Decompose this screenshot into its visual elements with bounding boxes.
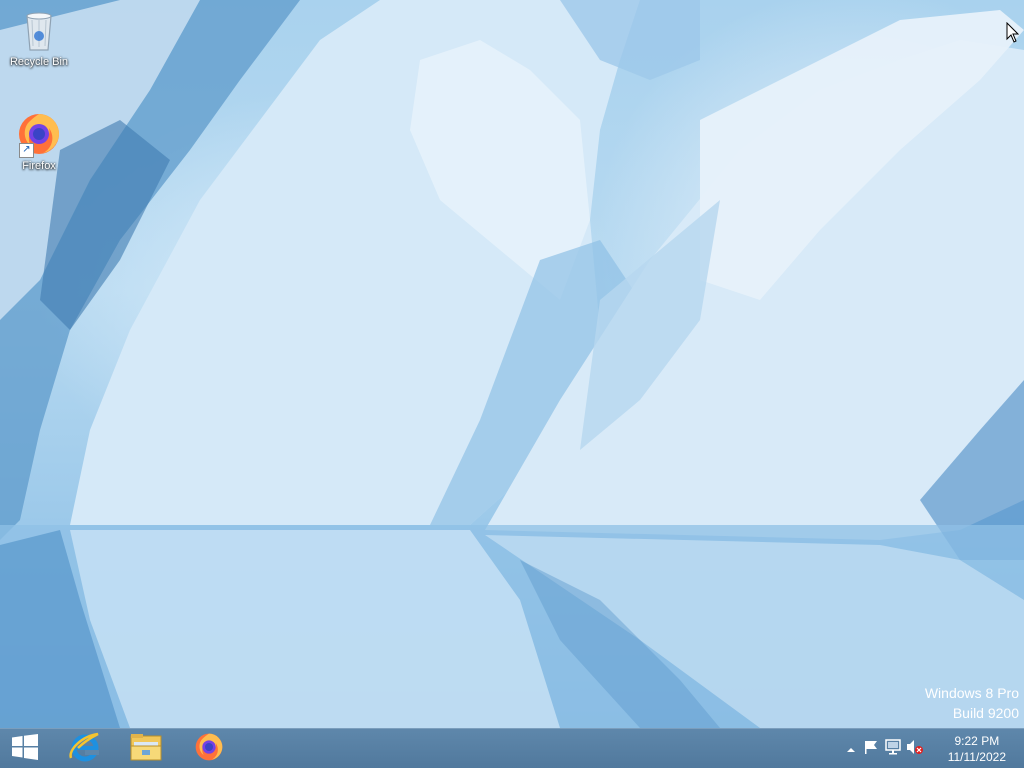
iceberg-wallpaper-art [0,0,1024,728]
desktop-icon-label: Firefox [22,160,56,172]
desktop-icon-recycle-bin[interactable]: Recycle Bin [4,6,74,68]
taskbar-firefox[interactable] [181,729,237,768]
internet-explorer-icon [68,730,102,768]
desktop-icon-label: Recycle Bin [9,56,69,68]
action-center-flag-icon[interactable] [860,739,882,759]
clock-time: 9:22 PM [954,734,1000,748]
windows-watermark: Windows 8 Pro Build 9200 [925,683,1019,723]
taskbar-file-explorer[interactable] [118,729,174,768]
start-button[interactable] [0,729,50,768]
recycle-bin-icon [15,6,63,54]
network-icon[interactable] [882,738,904,759]
build-text: Build 9200 [952,705,1019,721]
desktop-icon-firefox[interactable]: ↗ Firefox [4,110,74,172]
firefox-icon: ↗ [15,110,63,158]
file-explorer-icon [129,732,163,766]
mouse-cursor-icon [1006,21,1020,48]
desktop-wallpaper[interactable]: Recycle Bin ↗ Firefox Windows 8 Pro Buil… [0,0,1024,728]
show-hidden-icons-icon[interactable] [842,739,860,758]
shortcut-arrow-icon: ↗ [19,143,34,158]
firefox-icon [193,731,225,767]
taskbar: 9:22 PM 11/11/2022 [0,728,1024,768]
volume-muted-icon[interactable] [904,739,926,759]
taskbar-clock[interactable]: 9:22 PM 11/11/2022 [948,733,1006,765]
clock-date: 11/11/2022 [947,750,1006,764]
system-tray [842,729,926,768]
edition-text: Windows 8 Pro [924,685,1019,701]
windows-logo-icon [12,733,38,764]
taskbar-internet-explorer[interactable] [57,729,113,768]
